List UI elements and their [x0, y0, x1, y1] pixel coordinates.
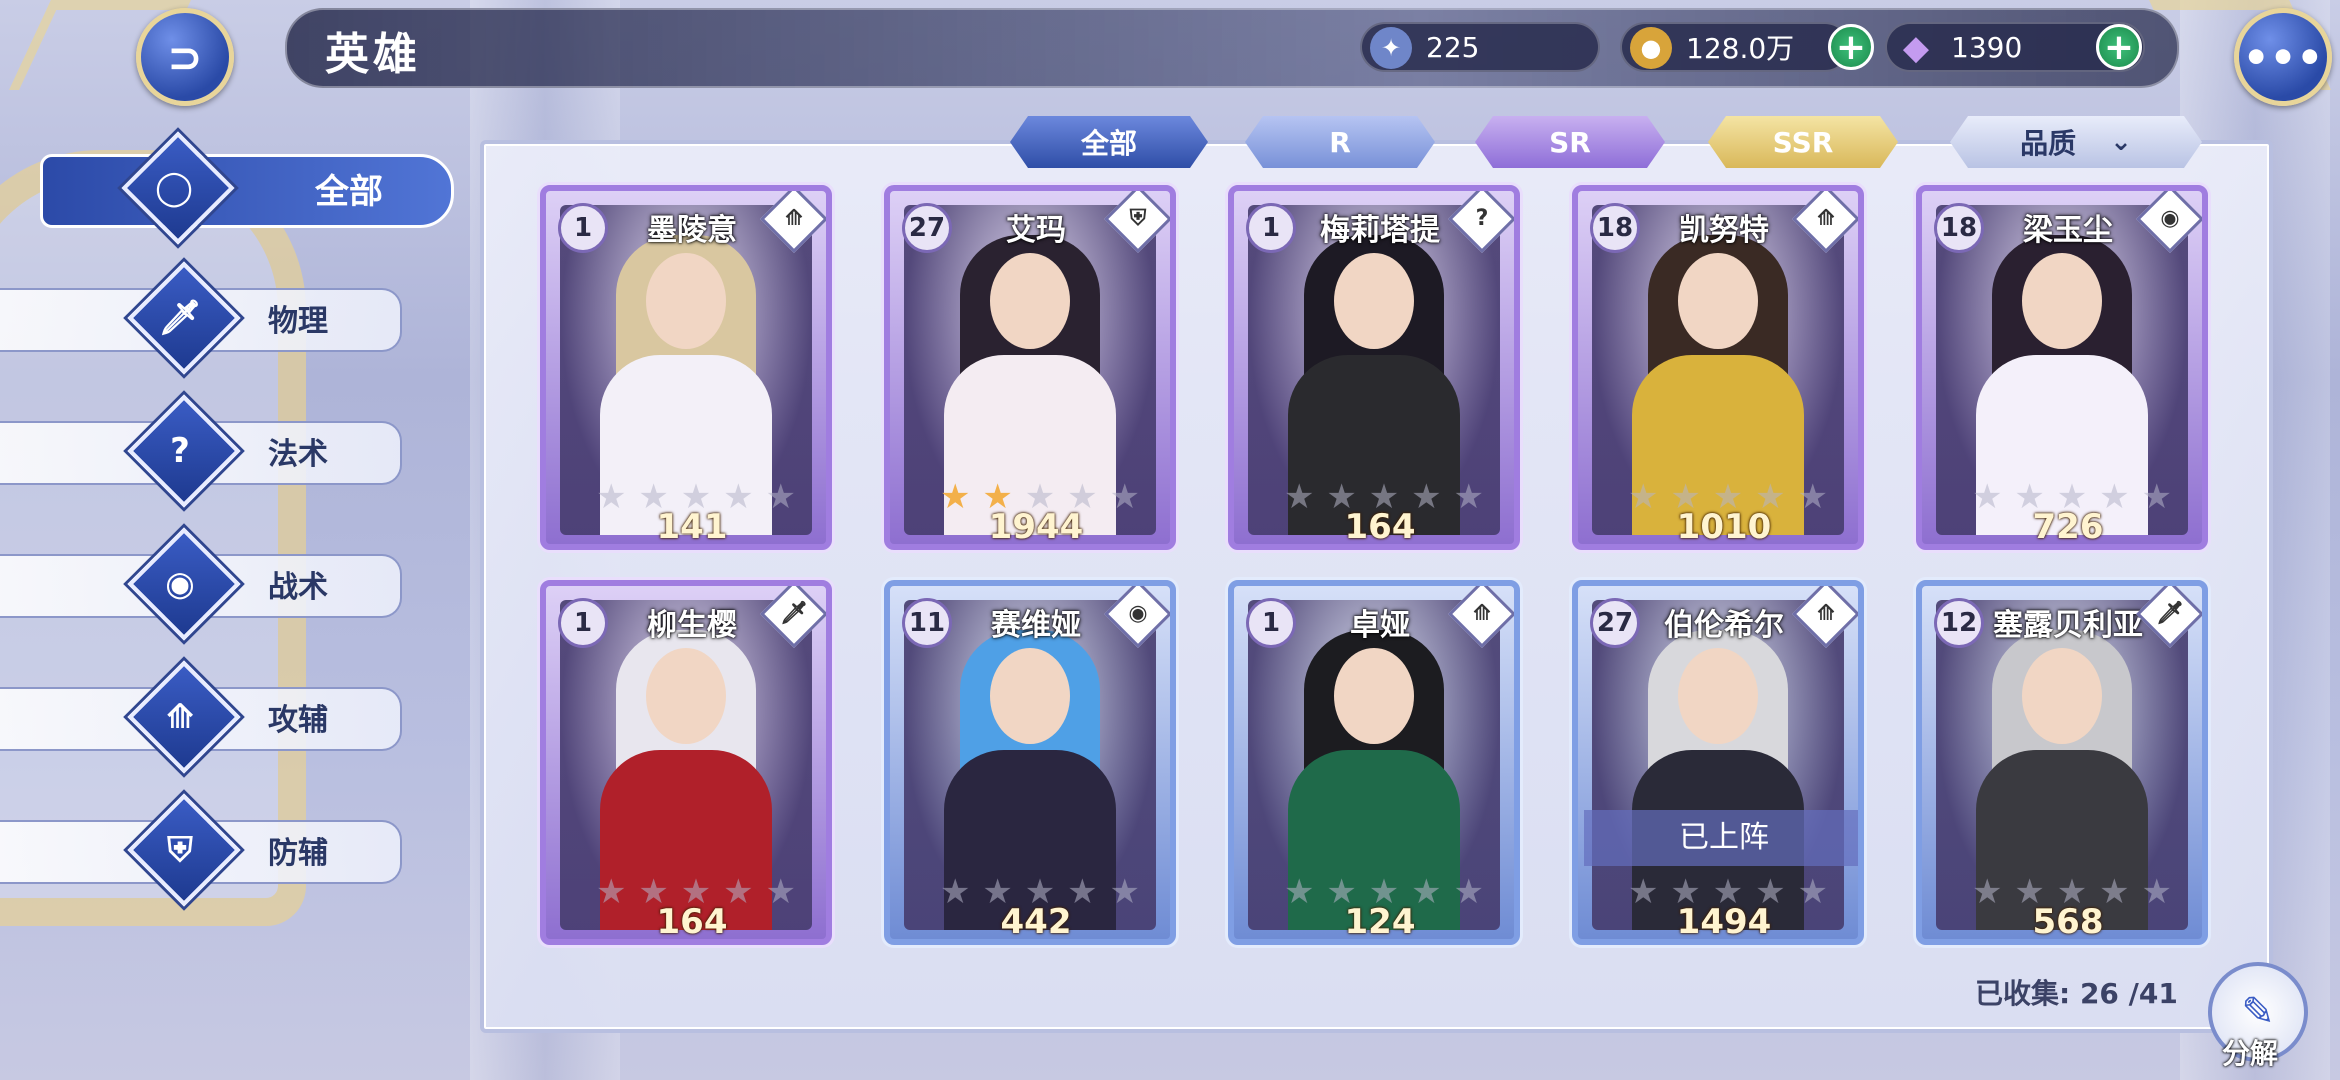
- tab-all[interactable]: 全部: [1010, 116, 1208, 168]
- hero-card[interactable]: 1 卓娅 ⟰ ★ ★ ★ ★ ★ 124: [1228, 580, 1520, 945]
- category-bar: [40, 154, 454, 228]
- back-arrow-icon: ⊃: [167, 32, 203, 82]
- collection-progress: 已收集: 26 /41: [1975, 972, 2178, 1012]
- hero-power: 442: [1000, 902, 1072, 942]
- tab-r[interactable]: R: [1245, 116, 1435, 168]
- category-magic[interactable]: ? 法术: [0, 394, 410, 508]
- gold-coin-icon: ●: [1630, 27, 1672, 69]
- energy-value: 225: [1426, 30, 1480, 64]
- chat-bubble-icon: •••: [2242, 32, 2324, 82]
- hero-card[interactable]: 1 柳生樱 🗡 ★ ★ ★ ★ ★ 164: [540, 580, 832, 945]
- top-bar: ⊃ 英雄 ✦ 225 ● 128.0万 + ◆ 1390 + •••: [0, 0, 2340, 106]
- quality-label: 品质: [2020, 127, 2077, 160]
- tab-ssr[interactable]: SSR: [1708, 116, 1898, 168]
- attack-support-glyph: ⟰: [165, 697, 195, 737]
- decompose-label: 分解: [2222, 1037, 2279, 1070]
- energy-counter: ✦ 225: [1360, 22, 1600, 72]
- add-diamond-button[interactable]: +: [2096, 24, 2142, 70]
- quality-dropdown[interactable]: 品质 ⌄: [1950, 116, 2202, 168]
- gold-value: 128.0万: [1686, 32, 1795, 65]
- gold-counter: ● 128.0万: [1620, 22, 1850, 72]
- hero-card[interactable]: 11 赛维娅 ◉ ★ ★ ★ ★ ★ 442: [884, 580, 1176, 945]
- hero-card[interactable]: 27 伯伦希尔 ⟰ ★ ★ ★ ★ ★ 已上阵 1494: [1572, 580, 1864, 945]
- hero-power: 568: [2032, 902, 2104, 942]
- hero-card[interactable]: 18 梁玉尘 ◉ ★ ★ ★ ★ ★ 726: [1916, 185, 2208, 550]
- hero-power: 164: [1344, 507, 1416, 547]
- energy-icon: ✦: [1370, 27, 1412, 69]
- magic-glyph: ?: [170, 431, 190, 471]
- hero-power: 124: [1344, 902, 1416, 942]
- all-ring-glyph: ◯: [154, 168, 194, 208]
- shield-glyph: ⛨: [167, 830, 193, 870]
- category-all[interactable]: ◯ 全部: [0, 131, 460, 245]
- category-label: 全部: [315, 172, 383, 212]
- category-attack-support[interactable]: ⟰ 攻辅: [0, 660, 410, 774]
- hero-card[interactable]: 18 凯努特 ⟰ ★ ★ ★ ★ ★ 1010: [1572, 185, 1864, 550]
- category-label: 物理: [268, 304, 328, 339]
- hero-power: 1010: [1676, 507, 1772, 547]
- tab-sr[interactable]: SR: [1475, 116, 1665, 168]
- collected-value: 26 /41: [2079, 977, 2178, 1010]
- collected-label: 已收集:: [1975, 977, 2071, 1010]
- diamond-icon: ◆: [1902, 28, 1930, 68]
- deployed-badge: 已上阵: [1584, 810, 1858, 866]
- hero-power: 1494: [1676, 902, 1772, 942]
- category-label: 攻辅: [268, 703, 328, 738]
- category-label: 防辅: [268, 836, 328, 871]
- diamond-value: 1390: [1951, 30, 2023, 64]
- hero-card[interactable]: 1 梅莉塔提? ★ ★ ★ ★ ★ 164: [1228, 185, 1520, 550]
- hero-power: 726: [2032, 507, 2104, 547]
- hero-card[interactable]: 27 艾玛 ⛨ ★ ★ ★ ★ ★ 1944: [884, 185, 1176, 550]
- hero-power: 164: [656, 902, 728, 942]
- hero-card[interactable]: 1 墨陵意 ⟰ ★ ★ ★ ★ ★ 141: [540, 185, 832, 550]
- page-title: 英雄: [325, 29, 421, 80]
- hero-card[interactable]: 12 塞露贝利亚 🗡 ★ ★ ★ ★ ★ 568: [1916, 580, 2208, 945]
- decompose-icon: ✎: [2241, 989, 2275, 1035]
- category-label: 战术: [268, 570, 328, 605]
- back-button[interactable]: ⊃: [136, 8, 234, 106]
- eye-glyph: ◉: [165, 564, 195, 604]
- category-tactics[interactable]: ◉ 战术: [0, 527, 410, 641]
- hero-power: 1944: [988, 507, 1084, 547]
- chevron-down-icon: ⌄: [2110, 127, 2132, 157]
- category-defense-support[interactable]: ⛨ 防辅: [0, 793, 410, 907]
- category-label: 法术: [268, 437, 328, 472]
- hero-power: 141: [656, 507, 728, 547]
- add-gold-button[interactable]: +: [1828, 24, 1874, 70]
- category-physical[interactable]: 🗡 物理: [0, 261, 410, 375]
- chat-button[interactable]: •••: [2234, 8, 2332, 106]
- sword-glyph: 🗡: [158, 298, 202, 338]
